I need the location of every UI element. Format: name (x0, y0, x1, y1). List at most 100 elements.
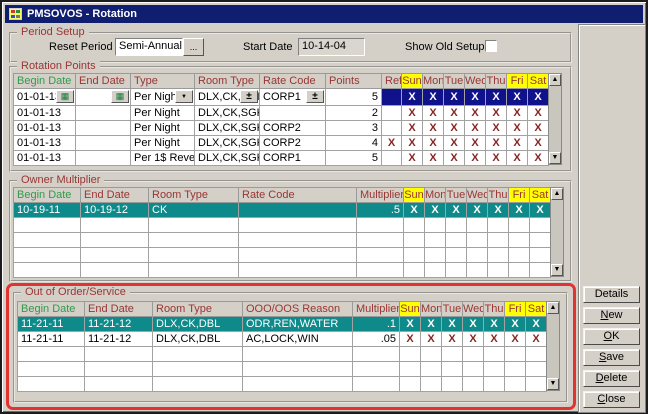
day-cell[interactable]: X (444, 151, 465, 166)
day-cell[interactable]: X (505, 317, 526, 332)
day-cell[interactable]: X (400, 332, 421, 347)
day-cell[interactable]: X (463, 317, 484, 332)
room-type-cell[interactable]: DLX,CK,SGK,KC (195, 121, 260, 136)
scroll-up-icon[interactable]: ▲ (549, 74, 561, 86)
end-date-cell[interactable] (76, 151, 131, 166)
day-cell[interactable]: X (486, 136, 507, 151)
day-cell[interactable]: X (488, 203, 509, 218)
end-date-cell[interactable]: 11-21-12 (85, 332, 153, 347)
day-cell[interactable]: X (528, 89, 549, 106)
room-type-cell[interactable]: DLX,CK,SGK,KC (195, 136, 260, 151)
type-cell[interactable]: Per Night (131, 106, 195, 121)
end-date-cell[interactable]: ▦ (76, 89, 131, 106)
day-cell[interactable]: X (467, 203, 488, 218)
begin-date-cell[interactable]: 01-01-13 ▦ (14, 89, 76, 106)
points-cell[interactable]: 5 (326, 89, 382, 106)
rate-code-cell[interactable]: CORP2 (260, 136, 326, 151)
points-cell[interactable]: 3 (326, 121, 382, 136)
rate-code-cell[interactable] (239, 203, 357, 218)
begin-date-cell[interactable]: 10-19-11 (14, 203, 81, 218)
begin-date-cell[interactable]: 01-01-13 (14, 121, 76, 136)
day-cell[interactable]: X (484, 317, 505, 332)
end-date-cell[interactable] (76, 136, 131, 151)
list-of-values-icon[interactable]: ± (240, 90, 258, 103)
day-cell[interactable]: X (528, 151, 549, 166)
day-cell[interactable]: X (465, 136, 486, 151)
begin-date-cell[interactable]: 01-01-13 (14, 151, 76, 166)
end-date-cell[interactable] (76, 106, 131, 121)
vertical-scrollbar[interactable]: ▲ ▼ (548, 73, 562, 165)
ref-cell[interactable] (382, 106, 402, 121)
day-cell[interactable]: X (442, 317, 463, 332)
day-cell[interactable]: X (528, 121, 549, 136)
calendar-icon[interactable]: ▦ (56, 90, 74, 103)
room-type-cell[interactable]: DLX,CK,DBL (153, 332, 243, 347)
multiplier-cell[interactable]: .5 (357, 203, 404, 218)
day-cell[interactable]: X (402, 151, 423, 166)
day-cell[interactable]: X (486, 121, 507, 136)
reset-period-ellipsis-button[interactable]: ... (183, 38, 204, 56)
day-cell[interactable]: X (465, 151, 486, 166)
multiplier-cell[interactable]: .05 (353, 332, 400, 347)
scroll-down-icon[interactable]: ▼ (551, 264, 563, 276)
vertical-scrollbar[interactable]: ▲ ▼ (550, 187, 564, 277)
day-cell[interactable]: X (507, 136, 528, 151)
ooo-reason-cell[interactable]: AC,LOCK,WIN (243, 332, 353, 347)
close-button[interactable]: Close (583, 391, 640, 408)
ok-button[interactable]: OK (583, 328, 640, 345)
day-cell[interactable]: X (423, 106, 444, 121)
day-cell[interactable]: X (444, 89, 465, 106)
day-cell[interactable]: X (526, 317, 547, 332)
details-button[interactable]: Details (583, 286, 640, 303)
end-date-cell[interactable]: 11-21-12 (85, 317, 153, 332)
day-cell[interactable]: X (446, 203, 467, 218)
day-cell[interactable]: X (402, 121, 423, 136)
day-cell[interactable]: X (465, 121, 486, 136)
room-type-cell[interactable]: DLX,CK,SGK,KC (195, 151, 260, 166)
new-button[interactable]: New (583, 307, 640, 324)
day-cell[interactable]: X (486, 106, 507, 121)
day-cell[interactable]: X (402, 106, 423, 121)
begin-date-cell[interactable]: 11-21-11 (18, 317, 85, 332)
day-cell[interactable]: X (509, 203, 530, 218)
day-cell[interactable]: X (421, 317, 442, 332)
scroll-up-icon[interactable]: ▲ (547, 302, 559, 314)
day-cell[interactable]: X (484, 332, 505, 347)
start-date-field[interactable]: 10-14-04 (298, 38, 365, 56)
day-cell[interactable]: X (404, 203, 425, 218)
day-cell[interactable]: X (425, 203, 446, 218)
day-cell[interactable]: X (444, 136, 465, 151)
day-cell[interactable]: X (486, 151, 507, 166)
day-cell[interactable]: X (528, 136, 549, 151)
save-button[interactable]: Save (583, 349, 640, 366)
day-cell[interactable]: X (402, 89, 423, 106)
points-cell[interactable]: 2 (326, 106, 382, 121)
day-cell[interactable]: X (444, 121, 465, 136)
day-cell[interactable]: X (463, 332, 484, 347)
scroll-up-icon[interactable]: ▲ (551, 188, 563, 200)
day-cell[interactable]: X (442, 332, 463, 347)
type-cell[interactable]: Per Night (131, 121, 195, 136)
end-date-cell[interactable]: 10-19-12 (81, 203, 149, 218)
points-cell[interactable]: 5 (326, 151, 382, 166)
ref-cell[interactable]: X (382, 136, 402, 151)
type-cell[interactable]: Per Night (131, 136, 195, 151)
day-cell[interactable]: X (400, 317, 421, 332)
day-cell[interactable]: X (421, 332, 442, 347)
day-cell[interactable]: X (507, 121, 528, 136)
day-cell[interactable]: X (423, 121, 444, 136)
ooo-reason-cell[interactable]: ODR,REN,WATER (243, 317, 353, 332)
reset-period-field[interactable]: Semi-Annually (115, 38, 183, 56)
dropdown-icon[interactable]: ▼ (175, 90, 193, 103)
day-cell[interactable]: X (465, 89, 486, 106)
day-cell[interactable]: X (465, 106, 486, 121)
day-cell[interactable]: X (507, 89, 528, 106)
type-cell[interactable]: Per Night ▼ (131, 89, 195, 106)
ref-cell[interactable] (382, 89, 402, 106)
day-cell[interactable]: X (486, 89, 507, 106)
vertical-scrollbar[interactable]: ▲ ▼ (546, 301, 560, 391)
day-cell[interactable]: X (402, 136, 423, 151)
day-cell[interactable]: X (526, 332, 547, 347)
day-cell[interactable]: X (530, 203, 551, 218)
scroll-down-icon[interactable]: ▼ (549, 152, 561, 164)
